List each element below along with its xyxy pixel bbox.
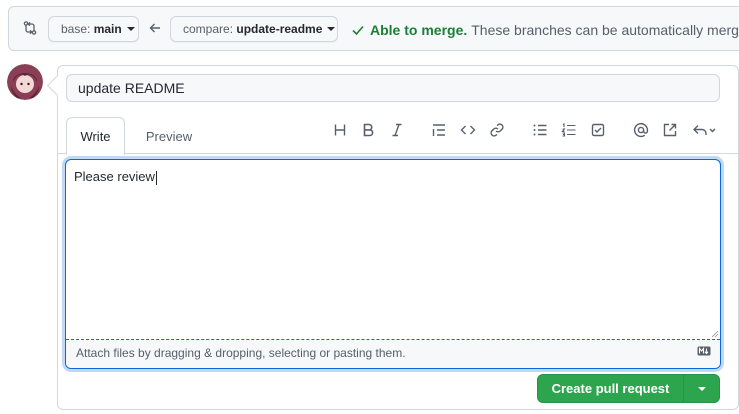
bold-icon[interactable] (358, 120, 378, 140)
quote-icon[interactable] (429, 120, 449, 140)
code-icon[interactable] (458, 120, 478, 140)
tab-preview[interactable]: Preview (136, 117, 202, 155)
ordered-list-icon[interactable] (559, 120, 579, 140)
tab-write[interactable]: Write (66, 117, 125, 155)
merge-status-label: Able to merge. (370, 22, 468, 38)
base-branch-name: main (93, 22, 122, 36)
attach-files-hint[interactable]: Attach files by dragging & dropping, sel… (66, 340, 720, 368)
arrow-left-icon (149, 23, 160, 33)
check-icon (352, 25, 364, 36)
resize-handle-icon[interactable] (712, 331, 718, 337)
attach-files-text: Attach files by dragging & dropping, sel… (76, 346, 406, 360)
create-pull-request-label[interactable]: Create pull request (538, 375, 683, 402)
merge-status-message: These branches can be automatically merg… (471, 22, 739, 38)
italic-icon[interactable] (387, 120, 407, 140)
markdown-toolbar (58, 66, 738, 138)
compare-branch-selector[interactable]: compare: update-readme (170, 16, 338, 42)
saved-reply-icon[interactable] (689, 120, 719, 140)
mention-icon[interactable] (631, 120, 651, 140)
markdown-icon[interactable] (697, 346, 711, 356)
cross-reference-icon[interactable] (660, 120, 680, 140)
pr-body-value: Please review (74, 169, 155, 184)
text-cursor (155, 170, 157, 185)
pr-body-editor: Please review Attach files by dragging &… (65, 159, 721, 369)
pr-body-textarea[interactable]: Please review (66, 160, 720, 340)
link-icon[interactable] (487, 120, 507, 140)
caret-down-icon (697, 386, 706, 391)
base-branch-selector[interactable]: base: main (48, 16, 139, 42)
caret-down-icon (126, 27, 135, 31)
git-compare-icon (23, 21, 37, 35)
compare-branch-name: update-readme (236, 22, 323, 36)
caret-down-icon (327, 27, 336, 31)
merge-status: Able to merge. These branches can be aut… (351, 22, 739, 38)
compare-prefix: compare: (183, 22, 234, 36)
pull-request-form: update README Write Preview Please revie… (57, 65, 739, 410)
unordered-list-icon[interactable] (530, 120, 550, 140)
task-list-icon[interactable] (588, 120, 608, 140)
heading-icon[interactable] (330, 120, 350, 140)
base-prefix: base: (61, 22, 91, 36)
create-pull-request-button: Create pull request (537, 374, 720, 403)
avatar[interactable] (7, 64, 43, 100)
compare-bar: base: main compare: update-readme Able t… (8, 6, 739, 51)
create-options-dropdown[interactable] (683, 375, 719, 402)
